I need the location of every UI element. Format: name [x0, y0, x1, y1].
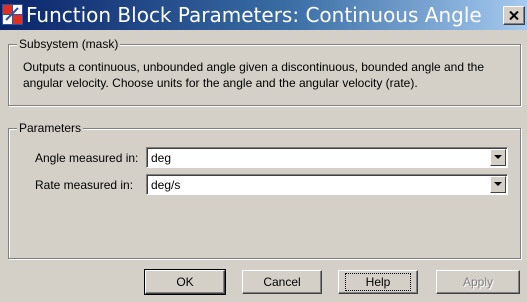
window-title: Function Block Parameters: Continuous An… [26, 3, 482, 27]
angle-units-value: deg [151, 151, 172, 165]
title-bar[interactable]: Function Block Parameters: Continuous An… [0, 0, 527, 30]
chevron-down-icon [494, 155, 502, 159]
subsystem-group: Subsystem (mask) Outputs a continuous, u… [8, 37, 521, 106]
parameters-group: Parameters Angle measured in: deg Rate m… [8, 121, 521, 259]
chevron-down-icon [494, 182, 502, 186]
angle-label: Angle measured in: [35, 151, 139, 165]
rate-units-select[interactable]: deg/s [146, 174, 508, 195]
rate-dropdown-button[interactable] [490, 176, 506, 193]
angle-units-select[interactable]: deg [146, 147, 508, 168]
rate-units-value: deg/s [151, 178, 181, 192]
subsystem-description: Outputs a continuous, unbounded angle gi… [23, 60, 485, 90]
rate-label: Rate measured in: [35, 178, 134, 192]
apply-button[interactable]: Apply [436, 270, 520, 294]
parameters-legend: Parameters [17, 121, 84, 135]
help-button-label: Help [344, 273, 412, 291]
dialog-window: Function Block Parameters: Continuous An… [0, 0, 527, 302]
help-button[interactable]: Help [338, 270, 418, 294]
angle-dropdown-button[interactable] [490, 149, 506, 166]
close-button[interactable] [503, 6, 525, 25]
close-icon [509, 11, 519, 20]
cancel-button[interactable]: Cancel [242, 270, 322, 294]
subsystem-legend: Subsystem (mask) [17, 37, 121, 51]
simulink-block-icon [2, 4, 23, 25]
ok-button[interactable]: OK [144, 269, 226, 295]
